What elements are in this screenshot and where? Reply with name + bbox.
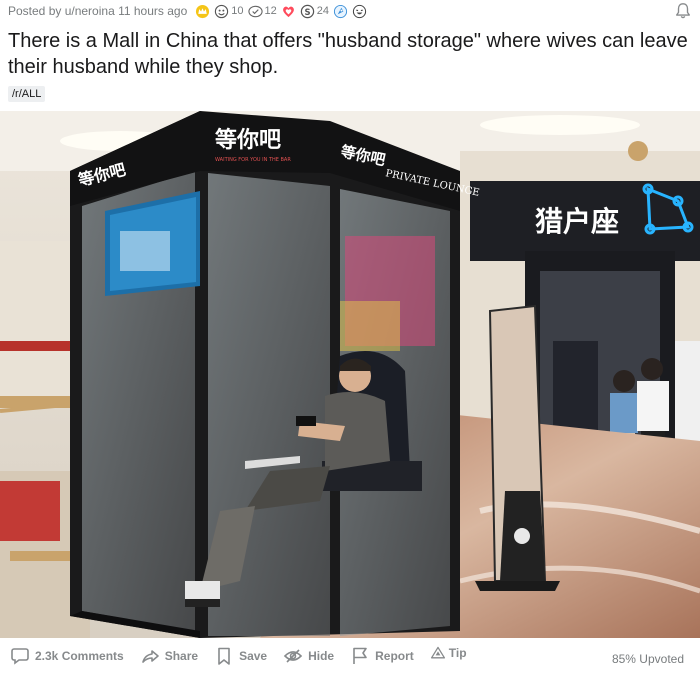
save-button[interactable]: Save	[206, 641, 275, 671]
booth-sign-center: 等你吧	[215, 127, 281, 153]
comments-button[interactable]: 2.3k Comments	[0, 641, 132, 671]
heart-award-icon[interactable]	[281, 4, 296, 19]
wholesome-award-icon[interactable]: 10	[214, 4, 244, 19]
post-title[interactable]: There is a Mall in China that offers "hu…	[8, 28, 692, 80]
booth-sign-sub: WAITING FOR YOU IN THE BAR	[215, 157, 291, 163]
rocket-award-icon[interactable]	[333, 4, 348, 19]
share-icon	[141, 649, 159, 663]
store-sign: 猎户座	[535, 205, 619, 238]
hide-button[interactable]: Hide	[275, 641, 342, 671]
report-button[interactable]: Report	[342, 641, 422, 671]
comment-icon	[11, 647, 29, 665]
share-button[interactable]: Share	[132, 641, 206, 671]
post-footer: 2.3k Comments Share Save Hide Report Tip…	[0, 638, 700, 673]
tip-label: Tip	[448, 645, 467, 660]
bell-icon[interactable]	[674, 2, 692, 20]
hide-eye-icon	[283, 648, 303, 663]
share-label: Share	[164, 648, 199, 663]
flag-icon	[353, 647, 367, 664]
post-image[interactable]: 猎户座 等你吧 等你吧 WAITING FOR YOU IN THE BAR 等…	[0, 111, 700, 638]
bookmark-icon	[218, 647, 230, 665]
tip-button[interactable]: Tip	[422, 638, 475, 668]
post-meta: Posted by u/neroina 11 hours ago 10 12 S…	[8, 3, 371, 19]
post-flair[interactable]: /r/ALL	[8, 86, 46, 102]
tip-triangle-icon	[430, 646, 445, 658]
award-count: 12	[264, 5, 277, 17]
mall-photo-illustration: 猎户座 等你吧 等你吧 WAITING FOR YOU IN THE BAR 等…	[0, 111, 700, 638]
svg-text:S: S	[304, 6, 310, 16]
award-count: 24	[316, 5, 329, 17]
report-label: Report	[375, 648, 414, 663]
save-label: Save	[239, 648, 268, 663]
upvote-ratio: 85% Upvoted	[611, 652, 684, 666]
comments-label: 2.3k Comments	[35, 648, 124, 663]
award-count: 10	[231, 5, 244, 17]
laughing-award-icon[interactable]	[352, 4, 367, 19]
gold-crown-icon[interactable]	[195, 4, 210, 19]
helpful-award-icon[interactable]: 12	[247, 4, 277, 19]
silver-coin-icon[interactable]: S 24	[300, 4, 329, 19]
posted-by[interactable]: Posted by u/neroina 11 hours ago	[8, 4, 187, 18]
hide-label: Hide	[308, 648, 335, 663]
